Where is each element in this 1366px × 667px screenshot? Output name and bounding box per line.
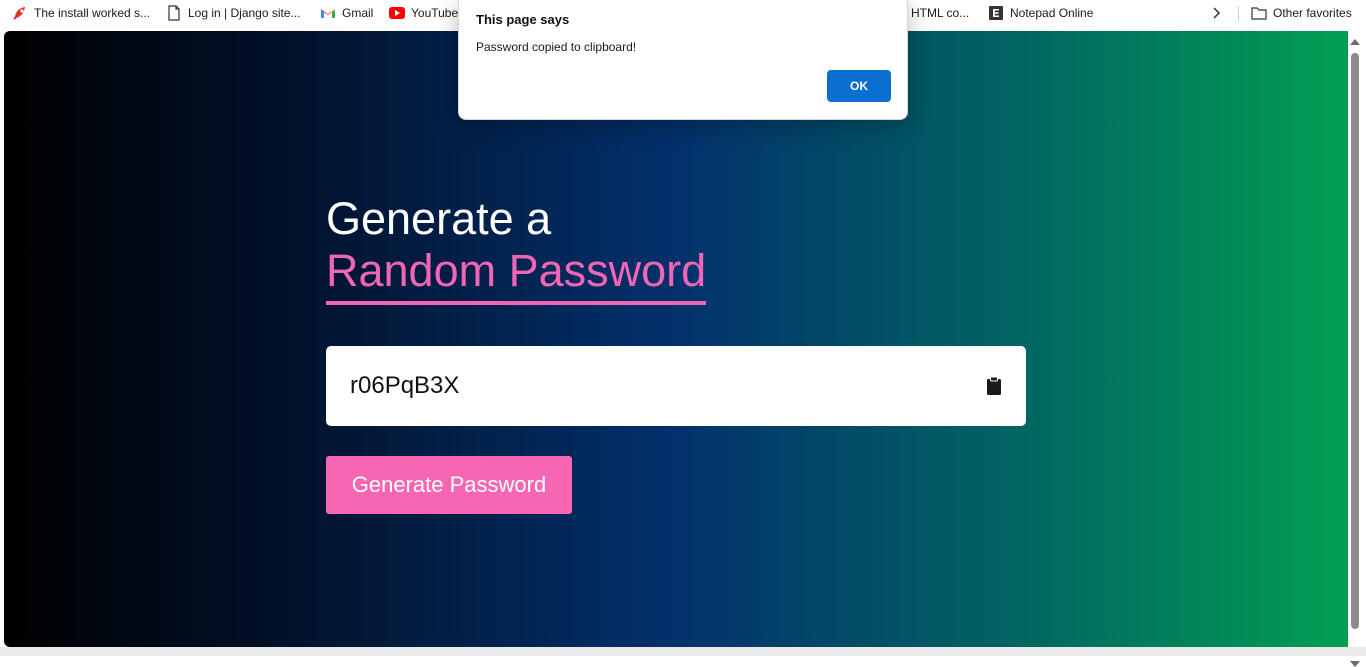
favorite-label: The install worked s... <box>34 6 151 20</box>
folder-icon <box>1251 5 1267 21</box>
e-letter-icon <box>988 5 1004 21</box>
favorite-label: YouTube <box>411 6 459 20</box>
heading-line-1: Generate a <box>326 193 552 244</box>
window-bottom-edge <box>0 647 1366 656</box>
page-icon <box>166 5 182 21</box>
password-value: r06PqB3X <box>350 372 460 399</box>
favorite-label: Notepad Online <box>1010 6 1094 20</box>
favorite-django-login[interactable]: Log in | Django site... <box>166 0 301 26</box>
dialog-ok-button[interactable]: OK <box>827 70 891 102</box>
scroll-up-arrow-icon[interactable] <box>1350 39 1360 45</box>
favorite-install-worked[interactable]: The install worked s... <box>12 0 150 26</box>
favorite-notepad-online[interactable]: Notepad Online <box>988 0 1093 26</box>
dialog-title: This page says <box>476 12 570 27</box>
favorite-gmail[interactable]: Gmail <box>320 0 373 26</box>
rocket-icon <box>12 5 28 21</box>
password-display: r06PqB3X <box>326 346 1026 426</box>
page-scrollbar[interactable] <box>1348 31 1366 667</box>
gmail-icon <box>320 5 336 21</box>
favorite-label: Gmail <box>342 6 374 20</box>
dialog-message: Password copied to clipboard! <box>476 40 637 54</box>
page-viewport: Generate a Random Password r06PqB3X Gene… <box>4 31 1348 647</box>
favorites-divider <box>1238 6 1239 21</box>
alert-dialog: This page says Password copied to clipbo… <box>458 0 908 120</box>
heading-line-2: Random Password <box>326 245 707 305</box>
favorites-more-button[interactable] <box>1208 0 1224 26</box>
other-favorites-label: Other favorites <box>1273 6 1352 20</box>
other-favorites[interactable]: Other favorites <box>1251 0 1352 26</box>
generate-password-button[interactable]: Generate Password <box>326 456 572 514</box>
favorite-label: HTML co... <box>911 6 970 20</box>
clipboard-icon[interactable] <box>986 376 1004 396</box>
scroll-down-arrow-icon[interactable] <box>1350 661 1360 667</box>
youtube-icon <box>389 5 405 21</box>
chevron-right-icon <box>1208 5 1224 21</box>
favorite-html-co[interactable]: HTML co... <box>911 0 969 26</box>
scrollbar-thumb[interactable] <box>1351 53 1359 629</box>
favorite-label: Log in | Django site... <box>188 6 301 20</box>
favorite-youtube[interactable]: YouTube <box>389 0 458 26</box>
